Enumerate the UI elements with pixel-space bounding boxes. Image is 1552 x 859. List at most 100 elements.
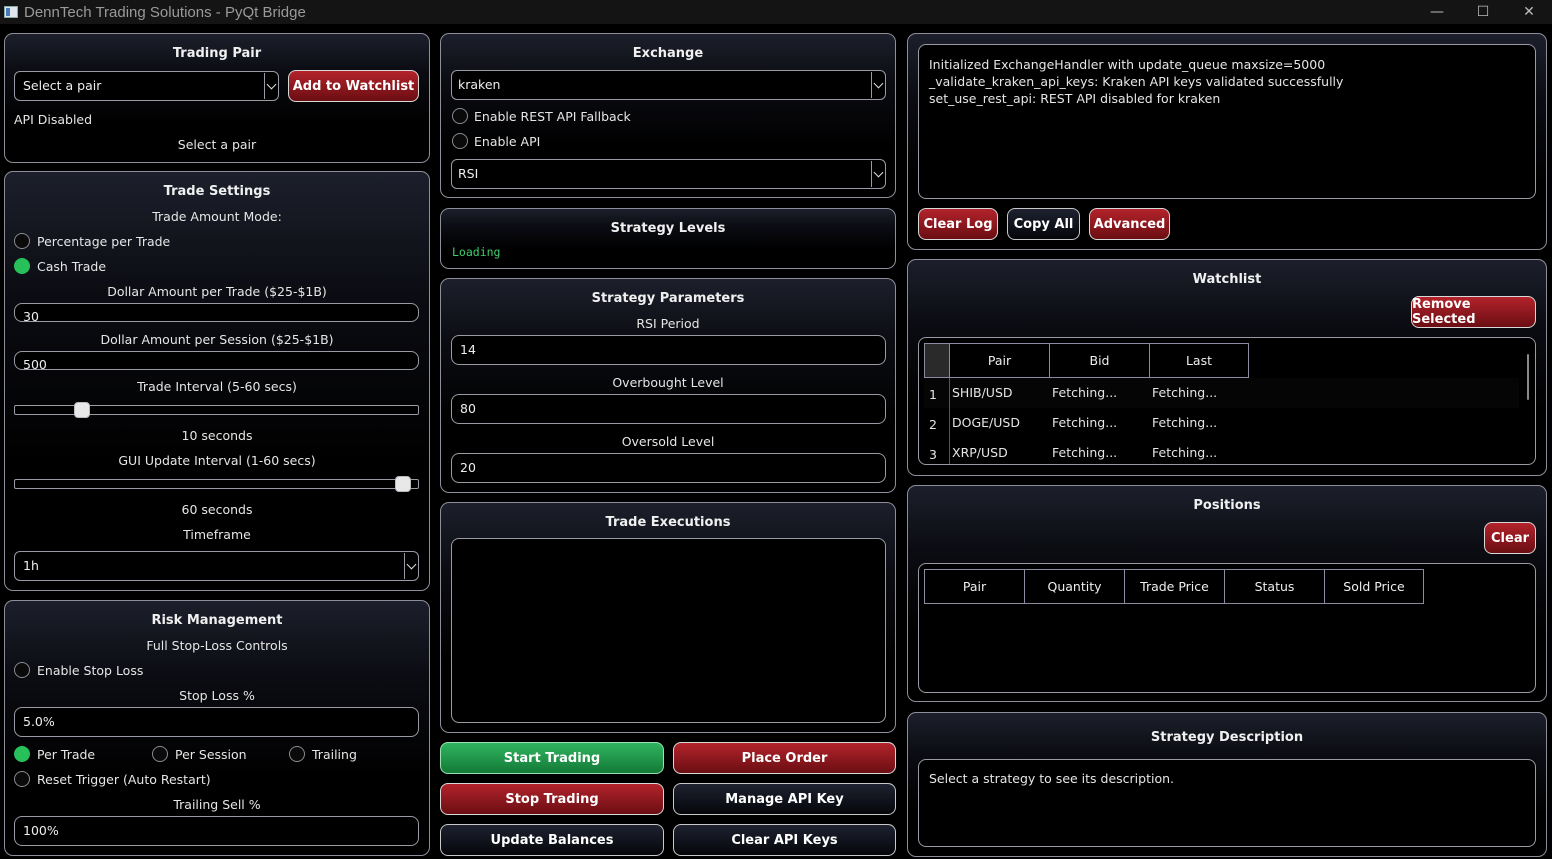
- strategy-levels-panel: Strategy Levels Loading: [440, 208, 896, 269]
- watchlist-table[interactable]: Pair Bid Last 1 SHIB/USD Fetching... Fet…: [918, 337, 1536, 465]
- trade-interval-label: Trade Interval (5-60 secs): [137, 379, 297, 394]
- watchlist-header-pair[interactable]: Pair: [949, 343, 1050, 378]
- trade-settings-panel: Trade Settings Trade Amount Mode: Percen…: [4, 171, 430, 591]
- gui-interval-label: GUI Update Interval (1-60 secs): [118, 453, 316, 468]
- trailing-radio[interactable]: [289, 746, 305, 762]
- exchange-select[interactable]: kraken: [451, 70, 886, 100]
- trade-executions-title: Trade Executions: [605, 515, 731, 530]
- row-pair: XRP/USD: [952, 445, 1008, 460]
- enable-api-checkbox[interactable]: [452, 133, 468, 149]
- positions-header-sold-price[interactable]: Sold Price: [1324, 569, 1424, 604]
- update-balances-button[interactable]: Update Balances: [440, 824, 664, 856]
- pair-select-value: Select a pair: [23, 78, 102, 93]
- stop-trading-button[interactable]: Stop Trading: [440, 783, 664, 815]
- add-to-watchlist-button[interactable]: Add to Watchlist: [288, 70, 419, 102]
- dollar-per-session-input[interactable]: 500: [14, 351, 419, 370]
- row-last: Fetching...: [1152, 415, 1218, 430]
- overbought-input[interactable]: 80: [451, 394, 886, 424]
- dollar-per-session-label: Dollar Amount per Session ($25-$1B): [100, 332, 334, 347]
- gui-interval-handle[interactable]: [395, 476, 411, 492]
- trade-interval-handle[interactable]: [74, 402, 91, 418]
- strategy-levels-status: Loading: [452, 245, 501, 259]
- per-session-radio[interactable]: [152, 746, 168, 762]
- positions-table[interactable]: Pair Quantity Trade Price Status Sold Pr…: [918, 563, 1536, 693]
- positions-header-trade-price[interactable]: Trade Price: [1124, 569, 1225, 604]
- trading-pair-title: Trading Pair: [172, 46, 262, 61]
- enable-stop-loss-checkbox[interactable]: [14, 662, 30, 678]
- copy-all-button[interactable]: Copy All: [1007, 208, 1080, 240]
- cash-trade-label: Cash Trade: [37, 259, 107, 274]
- reset-trigger-checkbox[interactable]: [14, 771, 30, 787]
- per-session-label: Per Session: [175, 747, 247, 762]
- exchange-select-value: kraken: [458, 77, 501, 92]
- remove-selected-button[interactable]: Remove Selected: [1411, 296, 1536, 328]
- table-row[interactable]: 2 DOGE/USD Fetching... Fetching...: [924, 408, 1519, 438]
- log-panel: Initialized ExchangeHandler with update_…: [907, 33, 1547, 250]
- rest-fallback-checkbox[interactable]: [452, 108, 468, 124]
- clear-positions-button[interactable]: Clear: [1484, 522, 1536, 554]
- strategy-select-value: RSI: [458, 166, 479, 181]
- trade-interval-value: 10 seconds: [181, 428, 253, 443]
- advanced-button[interactable]: Advanced: [1089, 208, 1170, 240]
- dollar-per-trade-input[interactable]: 30: [14, 303, 419, 322]
- trade-amount-mode-label: Trade Amount Mode:: [152, 209, 282, 224]
- timeframe-select[interactable]: 1h: [14, 551, 419, 581]
- log-output[interactable]: Initialized ExchangeHandler with update_…: [918, 44, 1536, 199]
- place-order-button[interactable]: Place Order: [673, 742, 896, 774]
- trailing-sell-input[interactable]: 100%: [14, 816, 419, 846]
- timeframe-select-value: 1h: [23, 558, 39, 573]
- positions-header-quantity[interactable]: Quantity: [1024, 569, 1125, 604]
- risk-management-title: Risk Management: [151, 613, 283, 628]
- pair-select[interactable]: Select a pair: [14, 71, 279, 101]
- start-trading-button[interactable]: Start Trading: [440, 742, 664, 774]
- chevron-down-icon: [404, 553, 417, 579]
- table-row[interactable]: 1 SHIB/USD Fetching... Fetching...: [924, 378, 1519, 408]
- table-corner[interactable]: [924, 343, 950, 378]
- log-line: Initialized ExchangeHandler with update_…: [929, 57, 1326, 72]
- close-icon[interactable]: ✕: [1506, 0, 1552, 24]
- risk-management-panel: Risk Management Full Stop-Loss Controls …: [4, 600, 430, 856]
- trade-settings-title: Trade Settings: [163, 184, 271, 199]
- strategy-select[interactable]: RSI: [451, 159, 886, 189]
- percentage-per-trade-radio[interactable]: [14, 233, 30, 249]
- minimize-icon[interactable]: —: [1414, 0, 1460, 24]
- api-status-label: API Disabled: [14, 112, 93, 127]
- dollar-per-trade-label: Dollar Amount per Trade ($25-$1B): [107, 284, 327, 299]
- watchlist-title: Watchlist: [1192, 272, 1262, 287]
- exchange-panel: Exchange kraken Enable REST API Fallback…: [440, 33, 896, 198]
- strategy-levels-title: Strategy Levels: [610, 221, 726, 236]
- row-header-column: [924, 378, 950, 464]
- stop-loss-input[interactable]: 5.0%: [14, 707, 419, 737]
- enable-stop-loss-label: Enable Stop Loss: [37, 663, 144, 678]
- watchlist-scrollbar[interactable]: [1527, 354, 1529, 400]
- watchlist-panel: Watchlist Remove Selected Pair Bid Last …: [907, 259, 1547, 476]
- watchlist-header-last[interactable]: Last: [1149, 343, 1249, 378]
- cash-trade-radio[interactable]: [14, 258, 30, 274]
- row-pair: SHIB/USD: [952, 385, 1013, 400]
- strategy-description-box[interactable]: Select a strategy to see its description…: [918, 759, 1536, 847]
- manage-api-key-button[interactable]: Manage API Key: [673, 783, 896, 815]
- watchlist-header-bid[interactable]: Bid: [1049, 343, 1150, 378]
- maximize-icon[interactable]: ☐: [1460, 0, 1506, 24]
- row-bid: Fetching...: [1052, 385, 1118, 400]
- trade-executions-panel: Trade Executions: [440, 502, 896, 733]
- trade-executions-list[interactable]: [451, 538, 886, 723]
- positions-header-status[interactable]: Status: [1224, 569, 1325, 604]
- reset-trigger-label: Reset Trigger (Auto Restart): [37, 772, 211, 787]
- enable-api-label: Enable API: [474, 134, 541, 149]
- clear-api-keys-button[interactable]: Clear API Keys: [673, 824, 896, 856]
- rsi-period-label: RSI Period: [636, 316, 700, 331]
- positions-title: Positions: [1193, 498, 1261, 513]
- rsi-period-input[interactable]: 14: [451, 335, 886, 365]
- strategy-description-text: Select a strategy to see its description…: [929, 771, 1175, 786]
- positions-header-pair[interactable]: Pair: [924, 569, 1025, 604]
- clear-log-button[interactable]: Clear Log: [918, 208, 998, 240]
- table-row[interactable]: 3 XRP/USD Fetching... Fetching...: [924, 438, 1519, 464]
- gui-interval-slider[interactable]: [14, 479, 419, 489]
- trading-pair-panel: Trading Pair Select a pair Add to Watchl…: [4, 33, 430, 163]
- per-trade-radio[interactable]: [14, 746, 30, 762]
- oversold-label: Oversold Level: [621, 434, 715, 449]
- oversold-input[interactable]: 20: [451, 453, 886, 483]
- stop-loss-percent-label: Stop Loss %: [179, 688, 255, 703]
- overbought-label: Overbought Level: [612, 375, 724, 390]
